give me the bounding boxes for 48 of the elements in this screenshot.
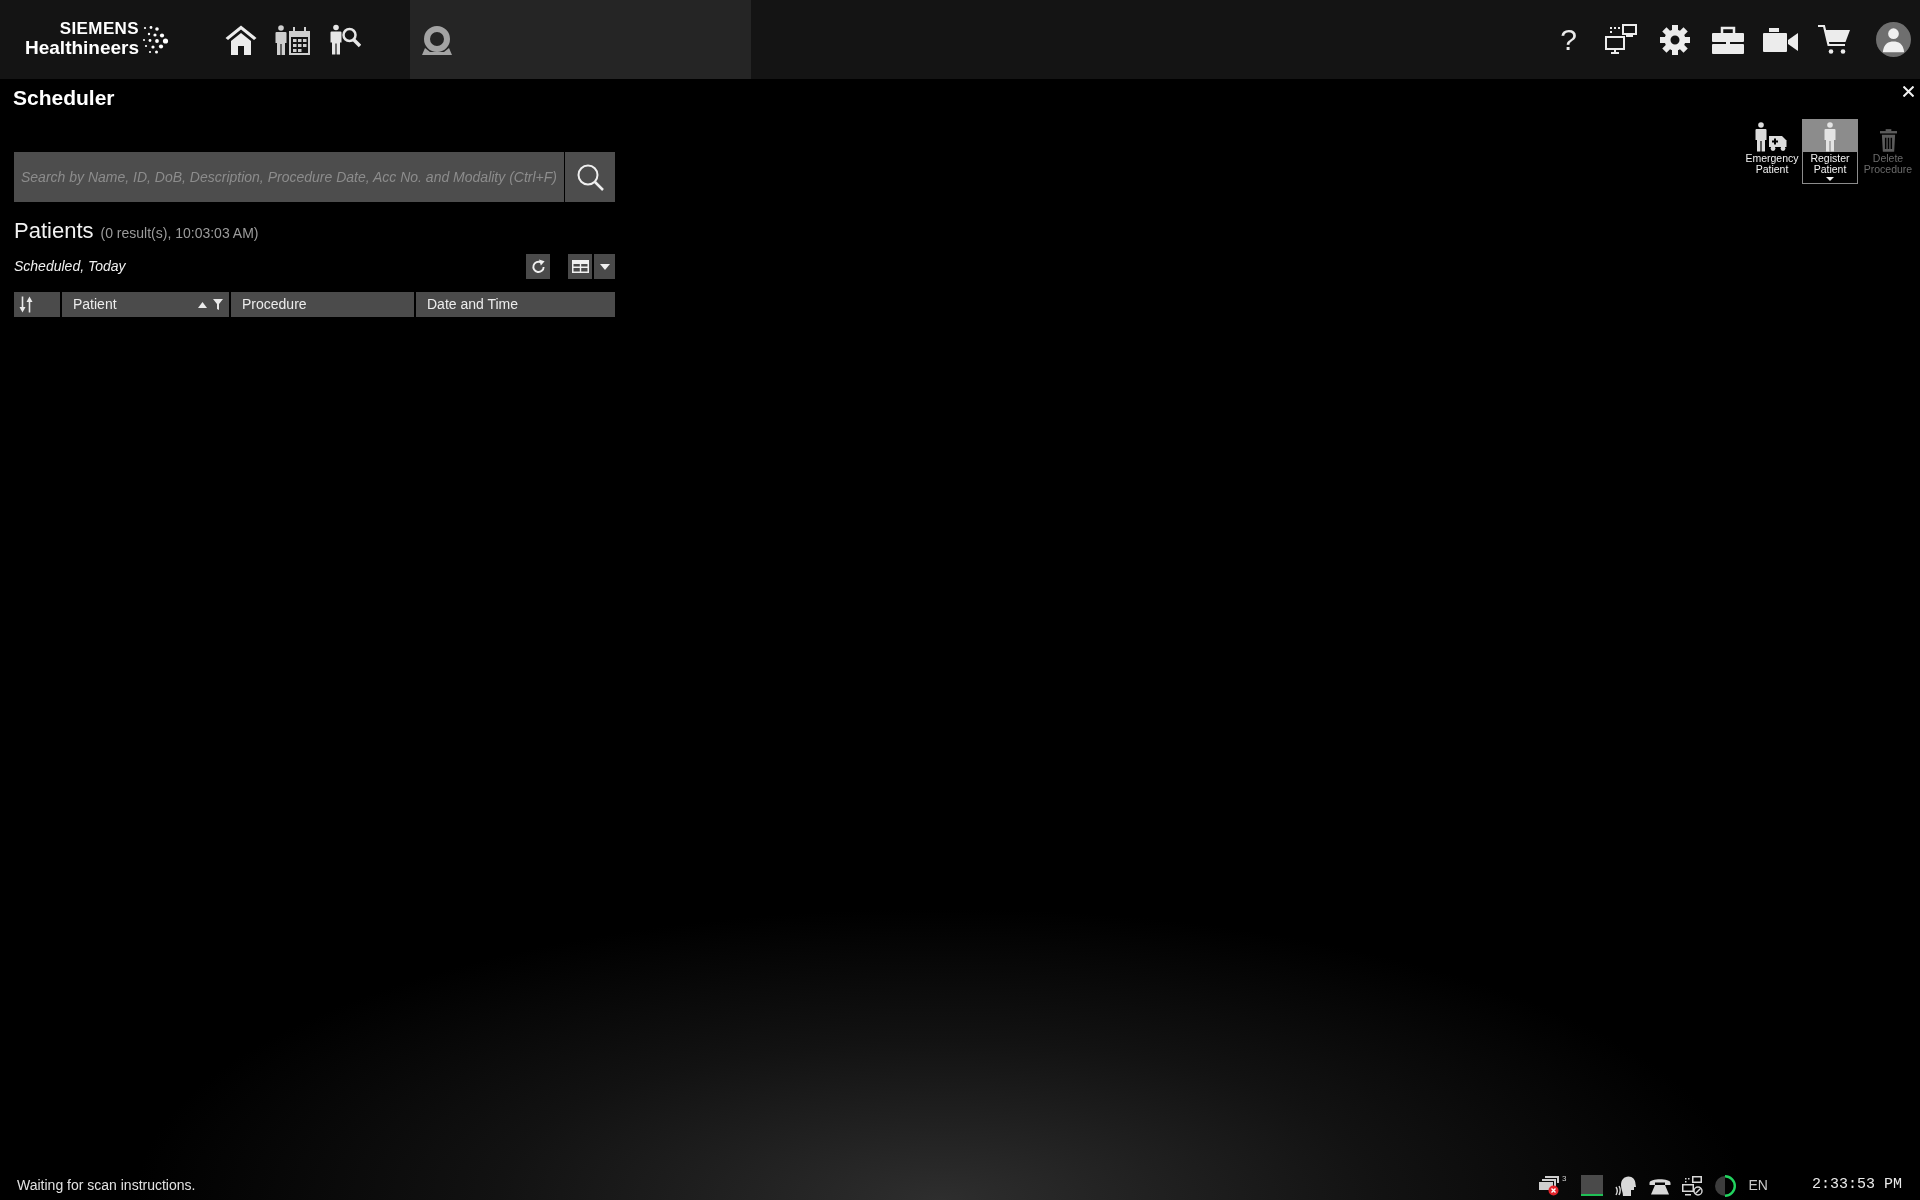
- language-indicator[interactable]: EN: [1748, 1175, 1768, 1196]
- column-header[interactable]: Date and Time: [416, 292, 615, 317]
- result-summary: (0 result(s), 10:03:03 AM): [100, 224, 259, 243]
- head-profile-icon[interactable]: [1613, 1175, 1636, 1196]
- half-filled-circle-icon[interactable]: [1713, 1174, 1736, 1197]
- gear-icon: [1659, 24, 1690, 55]
- sort-toggle-header[interactable]: [14, 292, 60, 317]
- search-button[interactable]: [565, 152, 615, 202]
- network-error-icon[interactable]: [1539, 1175, 1560, 1196]
- person-ambulance-icon: [1755, 122, 1789, 152]
- alert-count: 3: [1562, 1174, 1567, 1185]
- indicator-tile-icon[interactable]: [1580, 1175, 1603, 1196]
- column-layout-button[interactable]: [568, 254, 592, 279]
- up-down-arrows-icon: [19, 296, 33, 313]
- video-camera-icon: [1762, 27, 1799, 52]
- house-icon: [225, 23, 257, 56]
- help-button[interactable]: ?: [1542, 17, 1595, 62]
- section-title: Patients: [14, 217, 94, 245]
- refresh-icon: [530, 259, 546, 274]
- clock-time: 2:33:53 PM: [1812, 1175, 1902, 1196]
- close-icon: [1902, 85, 1914, 97]
- trash-icon: [1879, 129, 1897, 152]
- person-icon: [1824, 122, 1836, 152]
- briefcase-icon: [1711, 25, 1744, 54]
- panel-title: Scheduler: [13, 86, 116, 110]
- search-field[interactable]: Search by Name, ID, DoB, Description, Procedure Date, Acc No. and Modality (Ctrl+F): [14, 152, 564, 202]
- toolbar-button[interactable]: Register Patient: [1802, 119, 1858, 184]
- dot-pattern-icon: [141, 24, 170, 55]
- two-monitors-icon: [1605, 24, 1638, 55]
- caret-icon: [599, 263, 610, 270]
- filter-label: Scheduled, Today: [14, 257, 126, 276]
- table-columns-icon: [571, 260, 589, 273]
- dropdown-button[interactable]: [594, 254, 615, 279]
- column-header[interactable]: Procedure: [231, 292, 414, 317]
- telephone-icon[interactable]: [1648, 1176, 1671, 1195]
- avatar-icon: [1875, 22, 1911, 57]
- logo-text: Healthineers: [25, 37, 140, 59]
- shopping-cart-icon: [1817, 24, 1850, 55]
- refresh-button[interactable]: [526, 254, 550, 279]
- logo-text: SIEMENS: [59, 20, 140, 37]
- status-message: Waiting for scan instructions.: [17, 1176, 196, 1195]
- ring-icon: [421, 24, 453, 55]
- search-icon: [576, 163, 604, 191]
- person-calendar-icon: [275, 23, 311, 56]
- toolbar-button[interactable]: Emergency Patient: [1744, 119, 1800, 184]
- column-header[interactable]: Patient: [62, 292, 229, 317]
- person-magnifier-icon: [329, 24, 361, 55]
- remote-desktop-blocked-icon[interactable]: [1681, 1175, 1703, 1196]
